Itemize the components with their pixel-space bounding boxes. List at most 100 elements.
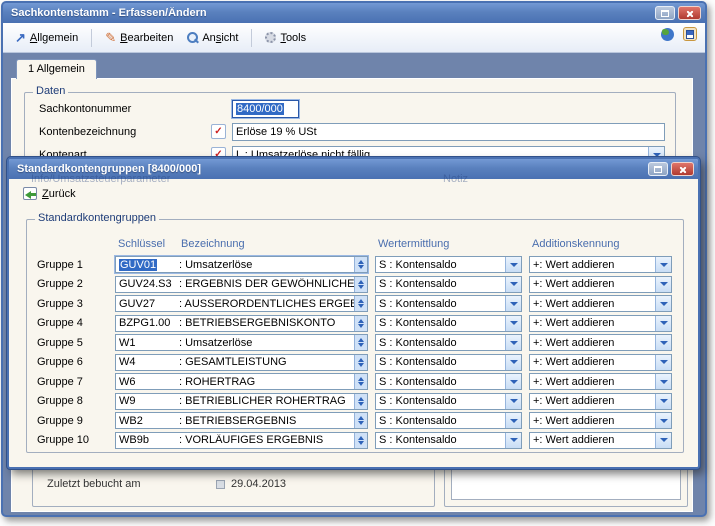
lookup-spinner-button[interactable] [354, 257, 367, 272]
last-posted-label: Zuletzt bebucht am [47, 478, 141, 490]
lookup-spinner-button[interactable] [354, 413, 367, 428]
chevron-down-icon[interactable] [505, 433, 521, 448]
wertermittlung-select[interactable]: S : Kontensaldo [375, 412, 522, 429]
chevron-down-icon[interactable] [655, 355, 671, 370]
menu-tools[interactable]: Tools [261, 30, 310, 46]
table-row: Gruppe 2 GUV24.S3 : ERGEBNIS DER GEWÖHNL… [37, 276, 683, 293]
key-input[interactable]: W6 : ROHERTRAG [115, 373, 368, 390]
lookup-spinner-button[interactable] [354, 433, 367, 448]
magnifier-icon [187, 32, 198, 43]
key-input[interactable]: GUV24.S3 : ERGEBNIS DER GEWÖHNLICHEN GES [115, 276, 368, 293]
wertermittlung-select[interactable]: S : Kontensaldo [375, 295, 522, 312]
header-schluessel: Schlüssel [118, 238, 165, 250]
table-row: Gruppe 7 W6 : ROHERTRAG S : Kontensaldo … [37, 373, 683, 390]
daten-group-label: Daten [33, 85, 68, 97]
dialog-close-button[interactable] [671, 162, 694, 176]
edit-pencil-icon: ✎ [105, 32, 116, 44]
menu-bearbeiten[interactable]: ✎ Bearbeiten [101, 30, 177, 46]
menu-allgemein[interactable]: ↗ Allgemein [11, 30, 82, 46]
standardkontengruppen-groupbox: Standardkontengruppen Schlüssel Bezeichn… [26, 219, 684, 453]
lookup-spinner-button[interactable] [354, 277, 367, 292]
maximize-button[interactable] [655, 6, 675, 20]
additionskennung-select[interactable]: +: Wert addieren [529, 432, 672, 449]
header-bezeichnung: Bezeichnung [181, 238, 245, 250]
tab-allgemein[interactable]: 1 Allgemein [16, 59, 97, 79]
key-input[interactable]: WB9b : VORLÄUFIGES ERGEBNIS [115, 432, 368, 449]
key-input[interactable]: WB2 : BETRIEBSERGEBNIS [115, 412, 368, 429]
table-header-row: Schlüssel Bezeichnung Wertermittlung Add… [37, 238, 683, 252]
lookup-spinner-button[interactable] [354, 374, 367, 389]
wertermittlung-select[interactable]: S : Kontensaldo [375, 354, 522, 371]
chevron-down-icon[interactable] [505, 394, 521, 409]
chevron-down-icon[interactable] [505, 257, 521, 272]
chevron-down-icon[interactable] [505, 296, 521, 311]
main-toolbar: ↗ Allgemein ✎ Bearbeiten Ansicht Tools [3, 23, 705, 53]
key-input[interactable]: BZPG1.00 : BETRIEBSERGEBNISKONTO [115, 315, 368, 332]
globe-icon[interactable] [661, 28, 674, 41]
additionskennung-select[interactable]: +: Wert addieren [529, 373, 672, 390]
table-row: Gruppe 4 BZPG1.00 : BETRIEBSERGEBNISKONT… [37, 315, 683, 332]
key-input[interactable]: GUV01 : Umsatzerlöse [115, 256, 368, 273]
chevron-down-icon[interactable] [505, 374, 521, 389]
kontenbezeichnung-input[interactable]: Erlöse 19 % USt [232, 123, 665, 141]
chevron-down-icon[interactable] [655, 316, 671, 331]
main-titlebar[interactable]: Sachkontenstamm - Erfassen/Ändern [3, 3, 705, 23]
wertermittlung-select[interactable]: S : Kontensaldo [375, 393, 522, 410]
lookup-spinner-button[interactable] [354, 394, 367, 409]
menu-ansicht[interactable]: Ansicht [183, 30, 242, 46]
chevron-down-icon[interactable] [655, 257, 671, 272]
lookup-spinner-button[interactable] [354, 355, 367, 370]
wertermittlung-select[interactable]: S : Kontensaldo [375, 276, 522, 293]
sachkontonummer-input[interactable]: 8400/000 [232, 100, 299, 118]
red-check-icon[interactable]: ✓ [211, 124, 226, 139]
table-row: Gruppe 6 W4 : GESAMTLEISTUNG S : Kontens… [37, 354, 683, 371]
wertermittlung-select[interactable]: S : Kontensaldo [375, 373, 522, 390]
back-button[interactable]: Zurück [19, 185, 80, 202]
additionskennung-select[interactable]: +: Wert addieren [529, 334, 672, 351]
chevron-down-icon[interactable] [655, 374, 671, 389]
standardkontengruppen-group-label: Standardkontengruppen [35, 212, 159, 224]
chevron-down-icon[interactable] [505, 277, 521, 292]
additionskennung-select[interactable]: +: Wert addieren [529, 295, 672, 312]
table-row: Gruppe 9 WB2 : BETRIEBSERGEBNIS S : Kont… [37, 412, 683, 429]
back-arrow-icon [23, 187, 37, 200]
chevron-down-icon[interactable] [655, 433, 671, 448]
key-input[interactable]: W9 : BETRIEBLICHER ROHERTRAG [115, 393, 368, 410]
close-button[interactable] [678, 6, 701, 20]
wertermittlung-select[interactable]: S : Kontensaldo [375, 256, 522, 273]
gear-icon [265, 32, 276, 43]
lookup-spinner-button[interactable] [354, 316, 367, 331]
table-row: Gruppe 8 W9 : BETRIEBLICHER ROHERTRAG S … [37, 393, 683, 410]
key-input[interactable]: W1 : Umsatzerlöse [115, 334, 368, 351]
last-posted-value: 29.04.2013 [231, 478, 286, 490]
chevron-down-icon[interactable] [655, 413, 671, 428]
menu-tools-label: Tools [280, 32, 306, 44]
wertermittlung-select[interactable]: S : Kontensaldo [375, 315, 522, 332]
wertermittlung-select[interactable]: S : Kontensaldo [375, 334, 522, 351]
chevron-down-icon[interactable] [655, 296, 671, 311]
chevron-down-icon[interactable] [655, 335, 671, 350]
save-icon[interactable] [683, 27, 697, 41]
chevron-down-icon[interactable] [505, 413, 521, 428]
wertermittlung-select[interactable]: S : Kontensaldo [375, 432, 522, 449]
key-input[interactable]: GUV27 : AUSSERORDENTLICHES ERGEBNIS [115, 295, 368, 312]
header-wertermittlung: Wertermittlung [375, 238, 522, 252]
back-button-label: Zurück [42, 188, 76, 200]
chevron-down-icon[interactable] [655, 394, 671, 409]
menu-ansicht-label: Ansicht [202, 32, 238, 44]
additionskennung-select[interactable]: +: Wert addieren [529, 393, 672, 410]
key-input[interactable]: W4 : GESAMTLEISTUNG [115, 354, 368, 371]
additionskennung-select[interactable]: +: Wert addieren [529, 256, 672, 273]
lookup-spinner-button[interactable] [354, 335, 367, 350]
dialog-maximize-button[interactable] [648, 162, 668, 176]
chevron-down-icon[interactable] [505, 355, 521, 370]
additionskennung-select[interactable]: +: Wert addieren [529, 412, 672, 429]
additionskennung-select[interactable]: +: Wert addieren [529, 276, 672, 293]
header-additionskennung: Additionskennung [529, 238, 672, 252]
additionskennung-select[interactable]: +: Wert addieren [529, 354, 672, 371]
additionskennung-select[interactable]: +: Wert addieren [529, 315, 672, 332]
chevron-down-icon[interactable] [505, 335, 521, 350]
chevron-down-icon[interactable] [505, 316, 521, 331]
lookup-spinner-button[interactable] [354, 296, 367, 311]
chevron-down-icon[interactable] [655, 277, 671, 292]
